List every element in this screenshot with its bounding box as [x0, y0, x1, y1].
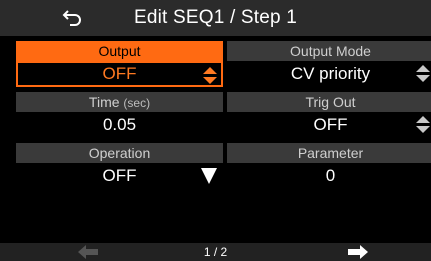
updown-icon[interactable]: [416, 65, 430, 83]
output-mode-value-text: CV priority: [290, 64, 371, 83]
dropdown-arrow-icon[interactable]: [201, 167, 217, 185]
parameter-label: Parameter: [227, 143, 431, 163]
sequence-step-editor-screen: Edit SEQ1 / Step 1 Output OFF Output Mod…: [0, 0, 431, 261]
time-unit: (sec): [123, 96, 151, 110]
footer-bar: 1 / 2: [0, 243, 431, 261]
right-arrow-icon[interactable]: [346, 245, 368, 259]
operation-value[interactable]: OFF: [16, 163, 223, 189]
trig-out-value[interactable]: OFF: [227, 112, 431, 138]
trig-out-value-text: OFF: [313, 115, 348, 134]
output-mode-label: Output Mode: [227, 41, 431, 61]
time-param-cell[interactable]: Time (sec) 0.05: [16, 92, 223, 140]
header-bar: Edit SEQ1 / Step 1: [0, 0, 431, 36]
output-value-text: OFF: [102, 64, 137, 83]
trig-out-param-cell[interactable]: Trig Out OFF: [227, 92, 431, 140]
parameter-value[interactable]: 0: [227, 163, 431, 189]
updown-icon[interactable]: [416, 116, 430, 134]
updown-icon[interactable]: [203, 67, 217, 85]
output-value[interactable]: OFF: [16, 61, 223, 87]
time-label-text: Time: [88, 94, 120, 110]
operation-value-text: OFF: [102, 166, 137, 185]
time-value[interactable]: 0.05: [16, 112, 223, 138]
output-param-cell[interactable]: Output OFF: [16, 41, 223, 89]
parameter-param-cell[interactable]: Parameter 0: [227, 143, 431, 191]
output-mode-value[interactable]: CV priority: [227, 61, 431, 87]
trig-out-label: Trig Out: [227, 92, 431, 112]
operation-param-cell[interactable]: Operation OFF: [16, 143, 223, 191]
output-label: Output: [16, 41, 223, 61]
output-mode-param-cell[interactable]: Output Mode CV priority: [227, 41, 431, 89]
time-label: Time (sec): [16, 92, 223, 112]
operation-label: Operation: [16, 143, 223, 163]
page-title: Edit SEQ1 / Step 1: [133, 7, 298, 28]
